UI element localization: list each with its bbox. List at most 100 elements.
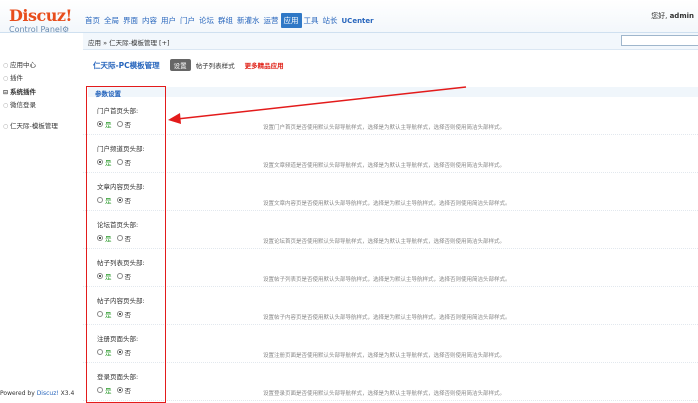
radio-icon[interactable]: [116, 197, 123, 203]
radio-group: 是否: [97, 233, 136, 243]
radio-icon[interactable]: [116, 121, 123, 127]
radio-yes[interactable]: 是: [97, 119, 112, 129]
plugin-header: 仁天际-PC模板管理 设置 帖子列表样式 更多精品应用: [93, 59, 284, 71]
sidebar-item-system-plugins[interactable]: ⊟ 系统插件: [3, 86, 36, 96]
sidebar-item-template-manager[interactable]: ○ 仁天际-模板管理: [3, 120, 58, 130]
nav-item[interactable]: 站长: [321, 14, 340, 27]
radio-icon[interactable]: [97, 197, 103, 203]
radio-yes[interactable]: 是: [97, 309, 112, 319]
sidebar-item-app-center[interactable]: ○ 应用中心: [3, 59, 36, 69]
radio-yes-label: 是: [105, 159, 112, 167]
setting-row: 帖子列表页头部: 是否设置帖子列表页是否使用默认头部导航样式，选择是为默认主导航样…: [83, 249, 698, 287]
radio-icon[interactable]: [97, 273, 103, 279]
radio-icon[interactable]: [97, 159, 103, 165]
nav-item[interactable]: 运营: [262, 14, 281, 27]
radio-icon[interactable]: [97, 311, 103, 317]
radio-icon[interactable]: [116, 273, 123, 279]
nav-item[interactable]: UCenter: [340, 16, 376, 26]
username[interactable]: admin: [670, 12, 694, 20]
nav-item[interactable]: 全局: [102, 14, 121, 27]
radio-no-label: 否: [124, 197, 132, 205]
radio-no[interactable]: 否: [116, 271, 131, 281]
radio-yes-label: 是: [105, 197, 112, 205]
powered-by-version: X3.4: [58, 390, 75, 397]
radio-icon[interactable]: [116, 235, 123, 241]
bullet-icon: ○: [3, 62, 9, 69]
nav-item[interactable]: 新灌水: [235, 14, 262, 27]
radio-yes[interactable]: 是: [97, 195, 112, 205]
nav-item[interactable]: 工具: [302, 14, 321, 27]
nav-item[interactable]: 门户: [178, 14, 197, 27]
nav-item[interactable]: 应用: [280, 13, 302, 28]
powered-by-brand[interactable]: Discuz!: [37, 390, 59, 397]
nav-item[interactable]: 群组: [216, 14, 235, 27]
sidebar-item-plugins[interactable]: ○ 插件: [3, 72, 23, 82]
nav-item[interactable]: 论坛: [197, 14, 216, 27]
setting-label: 文章内容页头部:: [97, 183, 145, 191]
radio-icon[interactable]: [97, 387, 103, 393]
radio-group: 是否: [97, 309, 136, 319]
radio-no[interactable]: 否: [116, 309, 131, 319]
radio-yes-label: 是: [105, 121, 112, 129]
radio-yes[interactable]: 是: [97, 347, 112, 357]
radio-no[interactable]: 否: [116, 119, 132, 129]
radio-no-label: 否: [124, 121, 132, 129]
radio-no[interactable]: 否: [116, 195, 132, 205]
powered-by-text: Powered by: [0, 390, 37, 397]
nav-item[interactable]: 内容: [140, 14, 159, 27]
radio-icon[interactable]: [116, 159, 123, 165]
radio-group: 是否: [97, 119, 136, 129]
search-input[interactable]: [621, 35, 698, 46]
nav-item[interactable]: 用户: [159, 14, 178, 27]
radio-yes[interactable]: 是: [97, 233, 112, 243]
radio-icon[interactable]: [97, 121, 103, 127]
tab-post-list-style[interactable]: 帖子列表样式: [196, 60, 235, 70]
radio-group: 是否: [97, 385, 136, 395]
logo[interactable]: Discuz! Control Panel⚙: [9, 6, 72, 35]
sidebar-item-wechat-login[interactable]: ○ 微信登录: [3, 99, 36, 109]
main-content: 仁天际-PC模板管理 设置 帖子列表样式 更多精品应用 参数设置 门户首页头部:…: [83, 50, 698, 403]
radio-no-label: 否: [124, 159, 132, 167]
collapse-icon: ⊟: [3, 89, 9, 96]
setting-row: 门户首页头部: 是否设置门户首页是否使用默认头部导航样式，选择是为默认主导航样式，…: [83, 97, 698, 135]
breadcrumb-text: 应用 » 仁天际-模板管理: [88, 39, 157, 47]
breadcrumb-add[interactable]: [+]: [159, 39, 170, 47]
radio-no[interactable]: 否: [116, 157, 132, 167]
radio-yes[interactable]: 是: [97, 157, 112, 167]
more-apps-link[interactable]: 更多精品应用: [245, 60, 284, 70]
section-header: 参数设置: [88, 87, 698, 98]
radio-no[interactable]: 否: [116, 347, 131, 357]
setting-row: 文章内容页头部: 是否设置文章内容页是否使用默认头部导航样式，选择是为默认主导航样…: [83, 173, 698, 211]
breadcrumb-bar: 应用 » 仁天际-模板管理 [+]: [83, 33, 698, 50]
radio-yes[interactable]: 是: [97, 271, 112, 281]
top-header: Discuz! Control Panel⚙ 首页 全局 界面 内容 用户 门户 论坛 群组新…: [0, 0, 698, 35]
radio-icon[interactable]: [97, 235, 103, 241]
radio-group: 是否: [97, 347, 136, 357]
radio-icon[interactable]: [116, 349, 123, 355]
nav-item[interactable]: 界面: [121, 14, 140, 27]
radio-yes[interactable]: 是: [97, 385, 112, 395]
radio-no-label: 否: [124, 235, 132, 243]
bullet-icon: ○: [3, 102, 9, 109]
setting-label: 注册页面头部:: [97, 335, 139, 343]
sidebar-item-label: 系统插件: [10, 88, 36, 96]
sidebar-item-label: 应用中心: [10, 61, 36, 69]
setting-row: 登录页面头部: 是否设置登录页面是否使用默认头部导航样式，选择是为默认主导航样式，…: [83, 363, 698, 401]
sidebar-item-label: 仁天际-模板管理: [10, 122, 58, 130]
user-info: 您好, admin: [651, 11, 694, 21]
radio-icon[interactable]: [116, 387, 123, 393]
setting-description: 设置登录页面是否使用默认头部导航样式，选择是为默认主导航样式，选择否则使用简洁头…: [263, 391, 506, 397]
powered-by: Powered by Discuz! X3.4: [0, 390, 74, 397]
sidebar-item-label: 微信登录: [10, 101, 36, 109]
radio-no[interactable]: 否: [116, 233, 132, 243]
greeting: 您好,: [651, 12, 668, 20]
radio-icon[interactable]: [97, 349, 103, 355]
setting-label: 论坛首页头部:: [97, 221, 139, 229]
tab-settings[interactable]: 设置: [169, 59, 191, 71]
radio-yes-label: 是: [105, 349, 112, 357]
radio-no[interactable]: 否: [116, 385, 131, 395]
setting-row: 门户频道页头部: 是否设置文章频道是否使用默认头部导航样式，选择是为默认主导航样式…: [83, 135, 698, 173]
logo-text: Discuz!: [9, 6, 72, 25]
nav-item[interactable]: 首页: [83, 14, 102, 27]
radio-icon[interactable]: [116, 311, 123, 317]
